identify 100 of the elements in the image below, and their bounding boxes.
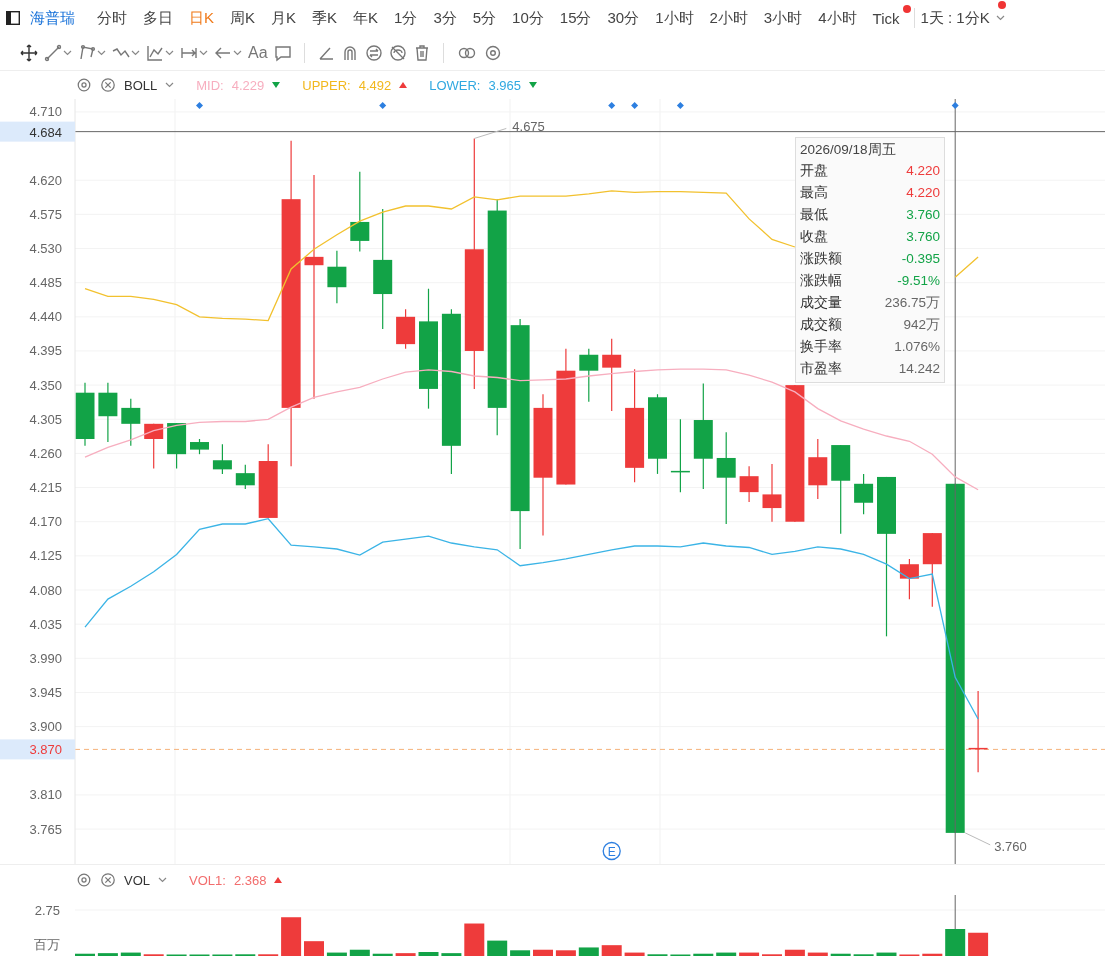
chevron-icon[interactable]: [995, 15, 1005, 21]
candlestick: [739, 465, 759, 503]
period-tab[interactable]: 周K: [222, 8, 264, 28]
axis-label: 4.530: [29, 241, 62, 256]
event-marker-icon[interactable]: [608, 102, 616, 109]
axis-label: 4.215: [29, 480, 62, 496]
sync-icon[interactable]: [364, 44, 383, 62]
indicator-label: UPPER:: [302, 77, 351, 93]
candlestick: [167, 422, 187, 470]
indicator-label: MID:: [196, 77, 224, 93]
axis-label: 3.990: [29, 650, 62, 666]
event-marker-icon[interactable]: [196, 102, 203, 109]
tooltip-value: 236.75万: [884, 294, 940, 312]
indicator-value: 2.368: [233, 872, 267, 888]
interval-dropdown[interactable]: 1天 : 1分K: [920, 8, 992, 28]
event-marker-icon[interactable]: [676, 102, 684, 109]
axis-label: 3.810: [29, 787, 62, 803]
candlestick: [854, 473, 874, 515]
chevron-icon[interactable]: [158, 877, 167, 883]
chevron-icon[interactable]: [165, 82, 175, 88]
indicator-value: 4.492: [358, 77, 392, 93]
price-label: 3.870: [29, 742, 62, 758]
period-tab[interactable]: 月K: [263, 8, 305, 28]
event-marker-icon[interactable]: [631, 102, 639, 109]
period-tab[interactable]: 1分: [386, 8, 426, 28]
chevron-icon[interactable]: [131, 50, 140, 56]
text-tool[interactable]: Aa: [248, 44, 268, 62]
crosshair-price-label: 4.684: [29, 124, 62, 140]
tooltip-label: 涨跌幅: [800, 272, 842, 290]
tooltip-value: 4.220: [906, 162, 940, 180]
tooltip-value: 942万: [903, 316, 940, 334]
close-icon[interactable]: [100, 872, 116, 888]
tooltip-date: 2026/09/18周五: [800, 141, 897, 159]
tooltip-label: 换手率: [800, 338, 842, 356]
comment-icon[interactable]: [273, 44, 292, 62]
tooltip-value: 4.220: [906, 184, 940, 202]
close-icon[interactable]: [100, 77, 116, 93]
tooltip-label: 涨跌额: [800, 250, 842, 268]
event-badge[interactable]: E: [602, 841, 621, 861]
candlestick: [579, 348, 599, 403]
period-tab[interactable]: 年K: [345, 8, 387, 28]
period-tab[interactable]: 10分: [504, 8, 552, 28]
settings-icon[interactable]: [76, 872, 92, 888]
axis-label: 4.440: [29, 309, 62, 325]
candlestick: [327, 250, 347, 304]
axis-label: 3.945: [29, 685, 62, 700]
period-tab[interactable]: 季K: [304, 8, 346, 28]
axis-label: 4.350: [29, 377, 62, 393]
axis-label: 4.305: [29, 411, 62, 427]
move-icon[interactable]: [20, 44, 38, 62]
chevron-icon[interactable]: [165, 50, 174, 56]
period-tab[interactable]: 5分: [464, 8, 505, 28]
low-price-label: 3.760: [994, 838, 1027, 854]
sidebar-toggle-icon[interactable]: [6, 11, 20, 25]
tooltip-label: 最高: [800, 184, 828, 202]
axis-label: 3.765: [29, 821, 62, 837]
stock-name[interactable]: 海普瑞: [30, 8, 75, 28]
axis-label: 4.170: [29, 514, 62, 530]
period-tab[interactable]: Tick: [864, 9, 908, 27]
chevron-icon[interactable]: [199, 50, 208, 56]
settings-icon[interactable]: [483, 44, 502, 62]
high-price-label: 4.675: [512, 119, 545, 135]
chevron-icon[interactable]: [97, 50, 106, 56]
tooltip-value: 1.076%: [894, 338, 940, 356]
axis-label: 4.485: [29, 275, 62, 291]
candlestick: [396, 308, 416, 350]
tooltip-value: 14.242: [898, 360, 940, 378]
pattern-tool-icon[interactable]: [146, 44, 164, 62]
indicator-name: VOL: [124, 872, 150, 888]
period-tab[interactable]: 3分: [425, 8, 465, 28]
event-marker-icon[interactable]: [951, 102, 959, 109]
axis-label: 4.260: [29, 445, 62, 461]
period-tab[interactable]: 4小时: [810, 8, 865, 28]
axis-label: 2.75: [34, 903, 60, 918]
polyline-tool-icon[interactable]: [78, 44, 96, 62]
indicator-label: LOWER:: [429, 77, 481, 93]
candlestick: [98, 382, 118, 443]
tooltip-label: 收盘: [800, 228, 828, 246]
tooltip-label: 成交额: [800, 316, 842, 334]
leader-line: [473, 127, 507, 139]
axis-label: 4.125: [29, 548, 62, 564]
event-marker-icon[interactable]: [379, 102, 387, 109]
period-tab[interactable]: 2小时: [701, 8, 756, 28]
candlestick: [75, 382, 95, 447]
settings-icon[interactable]: [76, 77, 92, 93]
period-tab[interactable]: 15分: [551, 8, 600, 28]
hide-icon[interactable]: [388, 44, 407, 62]
candlestick: [899, 558, 919, 600]
chevron-icon[interactable]: [233, 50, 242, 56]
candlestick: [808, 438, 828, 500]
indicator-value: 4.229: [231, 77, 265, 93]
period-tab[interactable]: 3小时: [755, 8, 811, 28]
period-tab[interactable]: 分时: [89, 8, 135, 28]
period-tab[interactable]: 多日: [135, 8, 181, 28]
chevron-icon[interactable]: [63, 50, 72, 56]
line-tool-icon[interactable]: [44, 44, 62, 62]
candlestick: [235, 464, 255, 490]
period-tab[interactable]: 30分: [599, 8, 648, 28]
period-tab[interactable]: 1小时: [647, 8, 702, 28]
candlestick: [190, 438, 209, 455]
